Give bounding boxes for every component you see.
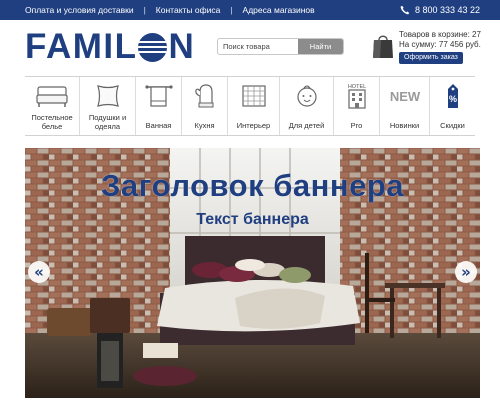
towel-rack-icon [144,85,173,107]
cart-count: Товаров в корзине: 27 [399,30,481,39]
nav-item-bedding[interactable]: Постельное белье [25,77,79,135]
nav-label: Кухня [194,121,215,130]
banner-subtitle: Текст баннера [196,211,309,228]
phone-text: 8 800 333 43 22 [414,5,480,15]
blanket-icon [241,85,266,107]
office-contacts-link[interactable]: Контакты офиса [156,5,221,15]
separator: | [143,5,146,15]
banner-next-button[interactable]: » [455,261,477,283]
nav-item-sale[interactable]: % Скидки [429,77,475,135]
pillow-icon [96,85,119,107]
hotel-icon: HOTEL [347,84,366,109]
nav-label: Ванная [145,121,172,130]
nav-label: Pro [350,121,363,130]
nav-item-bath[interactable]: Ванная [135,77,181,135]
top-links: Оплата и условия доставки | Контакты офи… [25,0,315,20]
svg-text:NEW: NEW [389,89,420,104]
oven-mitt-icon [194,84,213,108]
discount-tag-icon: % [447,84,458,108]
cart-summary: Товаров в корзине: 27 На сумму: 77 456 р… [399,30,481,50]
nav-item-kids[interactable]: Для детей [279,77,333,135]
search-box: Найти [217,38,344,55]
separator: | [230,5,233,15]
nav-label: Интерьер [236,121,271,130]
new-icon: NEW [389,89,420,104]
shopping-bag-icon[interactable] [372,33,394,59]
logo-text-left: FAMIL [25,27,138,66]
search-input[interactable] [218,39,298,54]
logo-text-right: N [168,27,196,66]
category-nav: Постельное белье Подушки и одеяла Ванная… [25,76,475,136]
search-button[interactable]: Найти [298,39,343,54]
nav-label: Подушки и одеяла [88,113,127,131]
nav-item-new[interactable]: NEW Новинки [379,77,429,135]
store-addresses-link[interactable]: Адреса магазинов [243,5,315,15]
hero-banner[interactable]: Заголовок баннера Текст баннера « » [25,148,480,398]
bed-icon [36,86,68,107]
svg-text:HOTEL: HOTEL [347,84,365,90]
checkout-button[interactable]: Оформить заказ [399,52,463,64]
nav-label: Скидки [440,121,465,130]
svg-text:%: % [448,94,456,104]
phone-number[interactable]: 8 800 333 43 22 [400,0,480,20]
nav-item-pillows[interactable]: Подушки и одеяла [79,77,135,135]
nav-item-pro[interactable]: HOTEL Pro [333,77,379,135]
nav-item-kitchen[interactable]: Кухня [181,77,227,135]
banner-prev-button[interactable]: « [28,261,50,283]
banner-title: Заголовок баннера [100,168,404,203]
logo[interactable]: FAMIL N [25,27,195,67]
nav-label: Новинки [389,121,420,130]
phone-icon [400,5,410,15]
cart-total: На сумму: 77 456 руб. [399,40,481,49]
nav-label: Для детей [288,121,325,130]
delivery-link[interactable]: Оплата и условия доставки [25,5,134,15]
top-bar: Оплата и условия доставки | Контакты офи… [0,0,500,20]
nav-item-interior[interactable]: Интерьер [227,77,279,135]
logo-o-mark [138,32,168,62]
nav-label: Постельное белье [31,113,73,131]
baby-icon [296,85,317,107]
